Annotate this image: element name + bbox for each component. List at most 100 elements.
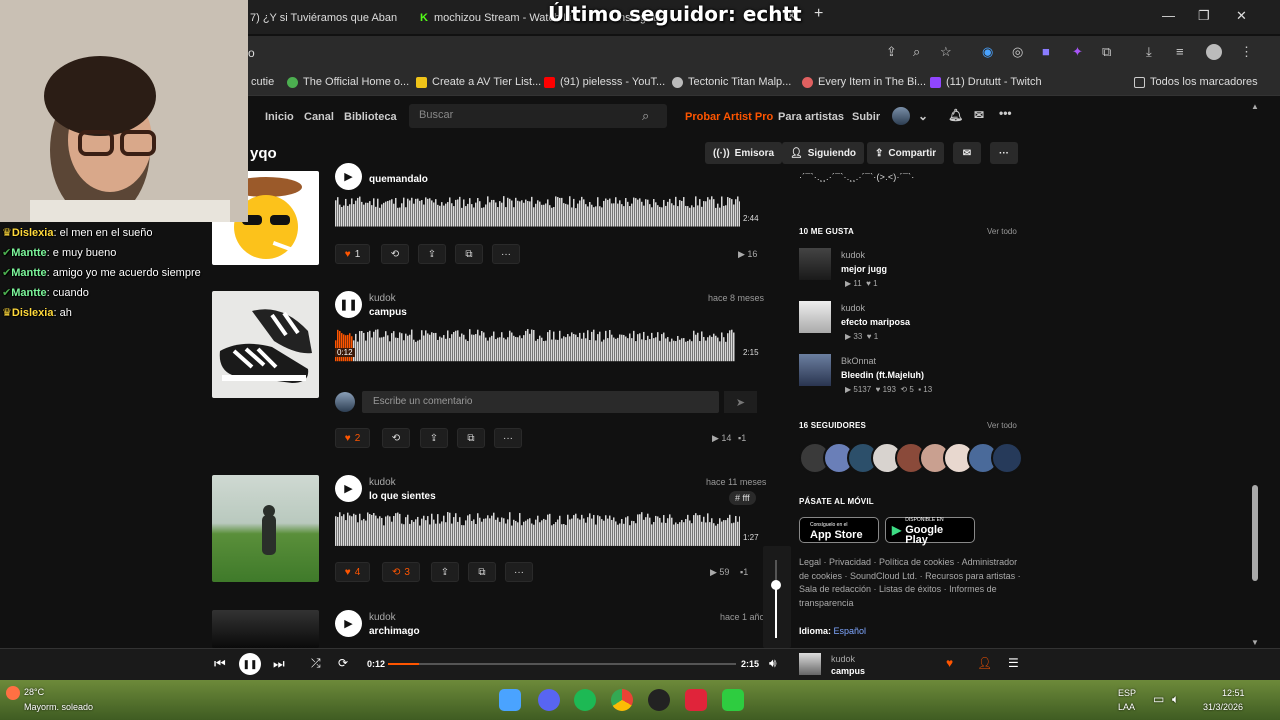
repost-button[interactable]: ⟲ 3 xyxy=(382,562,420,582)
app-icon[interactable] xyxy=(685,689,707,711)
app-store-button[interactable]: Consíguelo en el App Store xyxy=(799,517,879,543)
language-layout[interactable]: LAA xyxy=(1118,702,1135,712)
liked-track-cover[interactable] xyxy=(799,301,831,333)
extension-icon[interactable]: ◎ xyxy=(1012,44,1023,60)
pro-link[interactable]: Probar Artist Pro xyxy=(685,111,773,123)
google-play-button[interactable]: ▶ DISPONIBLE EN Google Play xyxy=(885,517,975,546)
chrome-icon[interactable] xyxy=(611,689,633,711)
tab-youtube[interactable]: 7) ¿Y si Tuviéramos que Aban ✕ xyxy=(250,6,398,30)
install-icon[interactable]: ⇪ xyxy=(886,44,897,60)
new-tab-button[interactable]: + xyxy=(814,5,823,23)
comment-input[interactable]: Escribe un comentario xyxy=(362,391,719,413)
clock-date[interactable]: 31/3/2026 xyxy=(1203,702,1243,712)
like-button[interactable]: ♥ 2 xyxy=(335,428,370,448)
nav-home[interactable]: Inicio xyxy=(265,111,294,123)
message-button[interactable]: ✉ xyxy=(953,142,981,164)
upload-link[interactable]: Subir xyxy=(852,111,880,123)
star-icon[interactable]: ☆ xyxy=(940,44,952,60)
track-title[interactable]: campus xyxy=(369,307,407,318)
weather-temp[interactable]: 28°C xyxy=(24,687,44,697)
weather-desc[interactable]: Mayorm. soleado xyxy=(24,702,93,712)
volume-icon[interactable]: 🔊︎ xyxy=(769,656,777,671)
track-tag[interactable]: # fff xyxy=(729,491,756,505)
like-button[interactable]: ♥ 4 xyxy=(335,562,370,582)
nav-feed[interactable]: Canal xyxy=(304,111,334,123)
zoom-icon[interactable]: ⌕ xyxy=(913,44,920,60)
maximize-icon[interactable]: ❐ xyxy=(1198,8,1210,24)
track-cover[interactable] xyxy=(212,291,319,398)
liked-artist[interactable]: BkOnnat xyxy=(841,356,876,366)
media-icon[interactable]: ≡ xyxy=(1176,44,1184,59)
extension-icon[interactable]: ■ xyxy=(1042,44,1050,59)
more-button[interactable]: ··· xyxy=(494,428,522,448)
copy-link-button[interactable]: ⧉ xyxy=(468,562,496,582)
station-button[interactable]: ((·)) Emisora xyxy=(705,142,783,164)
extensions-puzzle-icon[interactable]: ⧉ xyxy=(1102,44,1111,60)
copy-link-button[interactable]: ⧉ xyxy=(455,244,483,264)
language-selector[interactable]: Idioma: Español xyxy=(799,625,1024,639)
follower-avatar[interactable] xyxy=(991,442,1023,474)
bookmark[interactable]: (11) Drututt - Twitch xyxy=(930,76,1042,88)
extension-icon[interactable]: ◉ xyxy=(982,44,993,60)
bookmark[interactable]: Create a AV Tier List... xyxy=(416,76,541,88)
now-playing-title[interactable]: campus xyxy=(831,666,865,676)
spotify-icon[interactable] xyxy=(574,689,596,711)
footer-links[interactable]: Legal · Privacidad · Política de cookies… xyxy=(799,556,1024,610)
heart-icon[interactable]: ♥ xyxy=(946,656,953,670)
now-playing-artist[interactable]: kudok xyxy=(831,654,855,664)
repost-button[interactable]: ⟲ xyxy=(381,244,409,264)
waveform[interactable] xyxy=(335,196,740,232)
share-button[interactable]: ⇪ xyxy=(431,562,459,582)
more-button[interactable]: ··· xyxy=(505,562,533,582)
url-field[interactable]: o xyxy=(248,40,868,66)
bell-icon[interactable]: 🔔︎ xyxy=(948,108,963,122)
chevron-down-icon[interactable]: ⌄ xyxy=(918,109,928,123)
more-button[interactable]: ··· xyxy=(990,142,1018,164)
kick-app-icon[interactable] xyxy=(722,689,744,711)
play-button[interactable]: ▶ xyxy=(335,475,362,502)
see-all-likes[interactable]: Ver todo xyxy=(987,227,1017,236)
menu-icon[interactable]: ⋮ xyxy=(1240,44,1253,60)
network-icon[interactable]: ▭ xyxy=(1153,692,1164,706)
track-title[interactable]: lo que sientes xyxy=(369,491,436,502)
obs-icon[interactable] xyxy=(648,689,670,711)
volume-handle[interactable] xyxy=(771,580,781,590)
track-artist[interactable]: kudok xyxy=(369,293,396,304)
more-icon[interactable]: ••• xyxy=(999,106,1012,120)
follow-icon[interactable]: 👤︎ xyxy=(977,656,992,670)
share-button[interactable]: ⇪ Compartir xyxy=(867,142,945,164)
extension-icon[interactable]: ✦ xyxy=(1072,44,1083,60)
share-button[interactable]: ⇪ xyxy=(418,244,446,264)
scroll-down-icon[interactable]: ▼ xyxy=(1251,638,1259,647)
share-button[interactable]: ⇪ xyxy=(420,428,448,448)
play-button[interactable]: ▶ xyxy=(335,163,362,190)
previous-icon[interactable]: ⏮ xyxy=(214,656,226,672)
now-playing-cover[interactable] xyxy=(799,653,821,675)
bookmark[interactable]: cutie xyxy=(251,76,274,88)
bookmark[interactable]: Tectonic Titan Malp... xyxy=(672,76,791,88)
pause-button[interactable]: ❚❚ xyxy=(239,653,261,675)
search-input[interactable]: Buscar xyxy=(409,104,667,128)
liked-track-cover[interactable] xyxy=(799,354,831,386)
following-button[interactable]: 👤︎ Siguiendo xyxy=(782,142,865,164)
play-button[interactable]: ▶ xyxy=(335,610,362,637)
track-cover[interactable] xyxy=(212,610,319,648)
volume-slider[interactable] xyxy=(763,546,791,648)
repeat-icon[interactable]: ⟳ xyxy=(338,656,348,670)
language-value[interactable]: Español xyxy=(834,626,867,636)
track-cover[interactable] xyxy=(212,475,319,582)
artists-link[interactable]: Para artistas xyxy=(778,111,844,123)
clock-time[interactable]: 12:51 xyxy=(1222,688,1245,698)
discord-icon[interactable] xyxy=(538,689,560,711)
liked-artist[interactable]: kudok xyxy=(841,303,865,313)
queue-icon[interactable]: ☰ xyxy=(1008,656,1019,670)
mail-icon[interactable]: ✉ xyxy=(974,108,984,122)
more-button[interactable]: ··· xyxy=(492,244,520,264)
bookmark[interactable]: Every Item in The Bi... xyxy=(802,76,926,88)
pause-button[interactable]: ❚❚ xyxy=(335,291,362,318)
download-icon[interactable]: ⤓ xyxy=(1146,44,1152,60)
start-icon[interactable] xyxy=(499,689,521,711)
user-avatar[interactable] xyxy=(892,107,910,125)
all-bookmarks[interactable]: Todos los marcadores xyxy=(1134,76,1258,88)
liked-title[interactable]: Bleedin (ft.Majeluh) xyxy=(841,370,924,380)
